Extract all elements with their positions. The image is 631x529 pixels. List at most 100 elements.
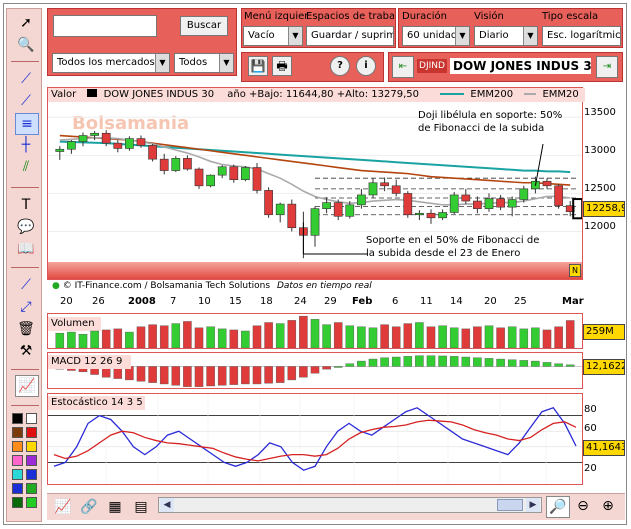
annotation-doji: Doji libélula en soporte: 50% de Fibonac… [418, 109, 562, 135]
x-tick: 29 [324, 296, 337, 307]
volume-bar [403, 323, 413, 348]
color-swatch-navy[interactable] [12, 483, 23, 494]
color-swatch-darkgreen[interactable] [12, 497, 23, 508]
chevron-down-icon: ▼ [155, 54, 169, 72]
print-icon[interactable]: 🖶 [272, 56, 292, 76]
scroll-left-icon[interactable]: ◀ [160, 498, 174, 512]
zoom-in-bottom-icon[interactable]: ⊕ [597, 496, 619, 516]
next-chart-icon[interactable]: ⇥ [596, 56, 618, 78]
link-icon[interactable]: 🔗 [78, 497, 100, 517]
x-tick: 6 [392, 296, 399, 307]
volume-bar [194, 327, 204, 348]
color-swatch-cyan[interactable] [12, 469, 23, 480]
color-swatch-yellow[interactable] [26, 441, 37, 452]
stoch-scale-60: 60 [584, 423, 597, 434]
help-icon[interactable]: ? [330, 56, 350, 76]
emm20-line [59, 137, 571, 206]
cursor-icon[interactable]: ➚ [15, 13, 37, 33]
horizontal-scrollbar[interactable]: ◀ ▶ [158, 497, 542, 513]
volume-bar [90, 330, 99, 348]
book-icon[interactable]: 📖 [15, 239, 37, 259]
chart-style-icon[interactable]: 📈 [15, 375, 39, 397]
macd-bar [542, 362, 552, 367]
arrows-icon[interactable]: ⤢ [15, 297, 37, 317]
info-icon[interactable]: i [356, 56, 376, 76]
annotation-doji-line1: Doji libélula en soporte: 50% [418, 110, 563, 121]
emm20-label: EMM20 [542, 89, 579, 100]
zoom-in-icon[interactable]: 🔍 [15, 35, 37, 55]
macd-bar [171, 366, 181, 386]
volume-bar [333, 322, 343, 348]
separator [11, 369, 39, 370]
color-swatch-black[interactable] [12, 413, 23, 424]
color-swatch-blue[interactable] [26, 469, 37, 480]
volume-bar [519, 328, 529, 348]
macd-bar [426, 355, 436, 367]
volume-bar [55, 332, 65, 348]
channel-icon[interactable]: ⫽ [15, 157, 37, 177]
macd-bar [310, 366, 320, 374]
save-icon[interactable]: 💾 [248, 56, 268, 76]
macd-bar [159, 366, 169, 385]
price-stats: año +Bajo: 11644,80 +Alto: 13279,50 [227, 89, 420, 100]
comment-icon[interactable]: 💬 [15, 217, 37, 237]
color-swatch-orange[interactable] [12, 441, 23, 452]
ray-icon[interactable]: ⟋ [15, 91, 37, 111]
tools-icon[interactable]: ⚒ [15, 341, 37, 361]
stochastic-value-label: 41,1643 [583, 440, 625, 456]
workspaces-select[interactable]: Guardar / suprimir [306, 26, 394, 46]
price-footer-bar [48, 262, 582, 279]
trendline-icon[interactable]: ⟋ [15, 69, 37, 89]
stoch-scale-80: 80 [584, 404, 597, 415]
color-swatch-purple[interactable] [26, 455, 37, 466]
macd-bar [299, 366, 308, 378]
macd-bar [287, 366, 297, 381]
volume-bar [67, 331, 76, 348]
left-menu-select[interactable]: Vacío ▼ [243, 26, 303, 46]
color-swatch-white[interactable] [26, 413, 37, 424]
volume-bar [299, 315, 308, 348]
macd-bar [415, 355, 424, 367]
color-swatch-brown[interactable] [12, 427, 23, 438]
macd-bar [252, 366, 262, 385]
emm20-legend-icon [524, 93, 537, 95]
macd-bar [264, 366, 273, 384]
scrollbar-thumb[interactable] [497, 499, 523, 511]
text-tool-icon[interactable]: T [15, 195, 37, 215]
indicator-icon[interactable]: ▤ [130, 497, 152, 517]
x-tick: 15 [229, 296, 242, 307]
vertical-line-icon[interactable]: ┼ [15, 135, 37, 155]
type-select[interactable]: Todos ▼ [174, 53, 234, 73]
stoch-scale-20: 20 [584, 463, 597, 474]
trash-icon[interactable]: 🗑 [15, 319, 37, 339]
chevron-down-icon: ▼ [455, 27, 469, 45]
search-button[interactable]: Buscar [180, 16, 228, 36]
separator [11, 61, 39, 62]
annotation-support-line2: la subida desde el 23 de Enero [366, 248, 521, 259]
previous-chart-icon[interactable]: ⇤ [392, 56, 414, 78]
zoom-fit-icon[interactable]: 🔎 [546, 496, 570, 518]
candle-body [345, 204, 355, 217]
price-scale-12000: 12000 [584, 221, 616, 232]
color-swatch-pink[interactable] [12, 455, 23, 466]
color-swatch-green[interactable] [26, 483, 37, 494]
volume-bar [264, 322, 273, 348]
zoom-out-icon[interactable]: ⊖ [572, 496, 594, 516]
fibonacci-icon[interactable]: ≡ [15, 113, 39, 135]
duration-select[interactable]: 60 unidades ▼ [402, 26, 470, 46]
line-style-icon[interactable]: ⟋ [15, 275, 37, 295]
volume-bar [206, 326, 215, 348]
layout-icon[interactable]: ▦ [104, 497, 126, 517]
color-swatch-red[interactable] [26, 427, 37, 438]
scale-select[interactable]: Esc. logarítmica [542, 26, 621, 46]
market-select[interactable]: Todos los mercados ▼ [52, 53, 170, 73]
scroll-right-icon[interactable]: ▶ [526, 498, 540, 512]
x-tick: 11 [420, 296, 433, 307]
volume-bar [148, 324, 157, 348]
color-swatch-lime[interactable] [26, 497, 37, 508]
view-select[interactable]: Diario ▼ [474, 26, 538, 46]
macd-bar [136, 366, 146, 382]
search-input[interactable] [53, 15, 157, 37]
chart-type-icon[interactable]: 📈 [52, 497, 74, 517]
candle-body [322, 202, 331, 209]
